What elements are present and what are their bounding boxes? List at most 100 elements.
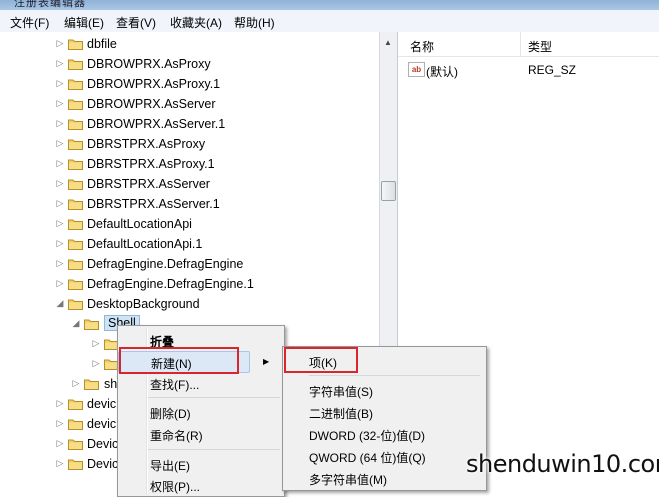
expand-arrow-icon[interactable]: ▷ [56, 98, 64, 108]
value-type: REG_SZ [528, 63, 577, 77]
column-divider[interactable] [520, 32, 521, 56]
expand-arrow-icon[interactable]: ▷ [56, 398, 64, 408]
tree-node-label: DBRSTPRX.AsServer [87, 177, 210, 191]
folder-icon [68, 238, 83, 250]
menu-bar: 文件(F) 编辑(E) 查看(V) 收藏夹(A) 帮助(H) [0, 10, 659, 33]
folder-icon [84, 318, 99, 330]
menu-separator [148, 449, 280, 450]
expand-arrow-icon[interactable]: ▷ [56, 418, 64, 428]
submenu-item-multi-string-value[interactable]: 多字符串值(M) [309, 468, 459, 488]
submenu-item-qword-value[interactable]: QWORD (64 位)值(Q) [309, 446, 479, 466]
expand-arrow-icon[interactable]: ▷ [56, 158, 64, 168]
collapse-arrow-icon[interactable]: ◢ [72, 318, 80, 328]
menu-item-delete[interactable]: 删除(D) [148, 402, 278, 422]
tree-node-label: DBROWPRX.AsProxy.1 [87, 77, 221, 91]
expand-arrow-icon[interactable]: ▷ [72, 378, 80, 388]
tree-node[interactable]: ▷ DefragEngine.DefragEngine.1 [0, 274, 379, 294]
expand-arrow-icon[interactable]: ▷ [92, 338, 100, 348]
column-header-type[interactable]: 类型 [528, 38, 552, 55]
folder-icon [68, 78, 83, 90]
folder-icon [68, 178, 83, 190]
folder-icon [68, 198, 83, 210]
tree-node-label: DBRSTPRX.AsProxy.1 [87, 157, 215, 171]
value-name: (默认) [426, 65, 458, 79]
tree-node[interactable]: ▷ DefaultLocationApi.1 [0, 234, 379, 254]
menu-item-export[interactable]: 导出(E) [148, 454, 278, 474]
expand-arrow-icon[interactable]: ▷ [56, 138, 64, 148]
tree-node-label: devic [87, 417, 117, 431]
folder-icon [68, 118, 83, 130]
tree-node-label: DesktopBackground [87, 297, 200, 311]
expand-arrow-icon[interactable]: ▷ [92, 358, 100, 368]
folder-icon [68, 98, 83, 110]
highlight-box-new [119, 347, 239, 374]
tree-node[interactable]: ▷ DBROWPRX.AsServer [0, 94, 379, 114]
tree-node[interactable]: ▷ DBRSTPRX.AsServer [0, 174, 379, 194]
tree-node[interactable]: ▷ DBRSTPRX.AsProxy [0, 134, 379, 154]
expand-arrow-icon[interactable]: ▷ [56, 218, 64, 228]
tree-node[interactable]: ▷ DBROWPRX.AsServer.1 [0, 114, 379, 134]
submenu-item-dword-value[interactable]: DWORD (32-位)值(D) [309, 424, 479, 444]
tree-node-label: Devic [87, 457, 119, 471]
tree-node-label: sh [104, 377, 118, 391]
folder-icon [68, 58, 83, 70]
tree-node[interactable]: ◢ DesktopBackground [0, 294, 379, 314]
tree-node[interactable]: ▷ DBRSTPRX.AsProxy.1 [0, 154, 379, 174]
scrollbar-thumb[interactable] [381, 181, 396, 201]
tree-node-label: DefaultLocationApi [87, 217, 192, 231]
tree-node[interactable]: ▷ DBROWPRX.AsProxy [0, 54, 379, 74]
expand-arrow-icon[interactable]: ▷ [56, 38, 64, 48]
tree-node-label: DBRSTPRX.AsProxy [87, 137, 206, 151]
scroll-up-arrow-icon[interactable]: ▲ [384, 38, 392, 47]
expand-arrow-icon[interactable]: ▷ [56, 458, 64, 468]
submenu-item-string-value[interactable]: 字符串值(S) [309, 380, 459, 400]
tree-node[interactable]: ▷ dbfile [0, 34, 379, 54]
folder-icon [68, 438, 83, 450]
menu-favorites[interactable]: 收藏夹(A) [170, 14, 222, 31]
menu-item-permissions[interactable]: 权限(P)... [148, 475, 278, 495]
tree-node-label: DBROWPRX.AsProxy [87, 57, 211, 71]
menu-help[interactable]: 帮助(H) [234, 14, 275, 31]
tree-node-label: devic [87, 397, 117, 411]
menu-separator [148, 397, 280, 398]
expand-arrow-icon[interactable]: ▷ [56, 278, 64, 288]
menu-file[interactable]: 文件(F) [10, 14, 49, 31]
tree-node[interactable]: ▷ DBRSTPRX.AsServer.1 [0, 194, 379, 214]
column-header-name[interactable]: 名称 [410, 38, 434, 55]
highlight-box-key [284, 347, 358, 373]
window-titlebar[interactable]: 注册表编辑器 [0, 0, 659, 10]
tree-node[interactable]: ▷ DBROWPRX.AsProxy.1 [0, 74, 379, 94]
collapse-arrow-icon[interactable]: ◢ [56, 298, 64, 308]
submenu-item-binary-value[interactable]: 二进制值(B) [309, 402, 459, 422]
menu-item-find[interactable]: 查找(F)... [148, 373, 278, 393]
menu-edit[interactable]: 编辑(E) [64, 14, 104, 31]
menu-view[interactable]: 查看(V) [116, 14, 156, 31]
folder-icon [68, 398, 83, 410]
value-row[interactable]: ab (默认) REG_SZ [398, 60, 659, 80]
expand-arrow-icon[interactable]: ▷ [56, 118, 64, 128]
folder-icon [68, 278, 83, 290]
tree-node-label: DBROWPRX.AsServer [87, 97, 216, 111]
folder-icon [68, 418, 83, 430]
expand-arrow-icon[interactable]: ▷ [56, 238, 64, 248]
expand-arrow-icon[interactable]: ▷ [56, 58, 64, 68]
folder-icon [68, 38, 83, 50]
folder-icon [68, 258, 83, 270]
expand-arrow-icon[interactable]: ▷ [56, 78, 64, 88]
string-value-icon: ab [408, 62, 425, 77]
expand-arrow-icon[interactable]: ▷ [56, 438, 64, 448]
expand-arrow-icon[interactable]: ▷ [56, 198, 64, 208]
menu-separator [309, 375, 480, 376]
folder-icon [68, 158, 83, 170]
folder-icon [68, 218, 83, 230]
folder-icon [84, 378, 99, 390]
expand-arrow-icon[interactable]: ▷ [56, 178, 64, 188]
tree-node[interactable]: ▷ DefaultLocationApi [0, 214, 379, 234]
tree-node-label: Devic [87, 437, 119, 451]
tree-node-label: DefragEngine.DefragEngine [87, 257, 244, 271]
tree-node[interactable]: ▷ DefragEngine.DefragEngine [0, 254, 379, 274]
expand-arrow-icon[interactable]: ▷ [56, 258, 64, 268]
menu-item-rename[interactable]: 重命名(R) [148, 424, 278, 444]
tree-node-label: DefragEngine.DefragEngine.1 [87, 277, 254, 291]
values-header: 名称 类型 [398, 32, 659, 57]
